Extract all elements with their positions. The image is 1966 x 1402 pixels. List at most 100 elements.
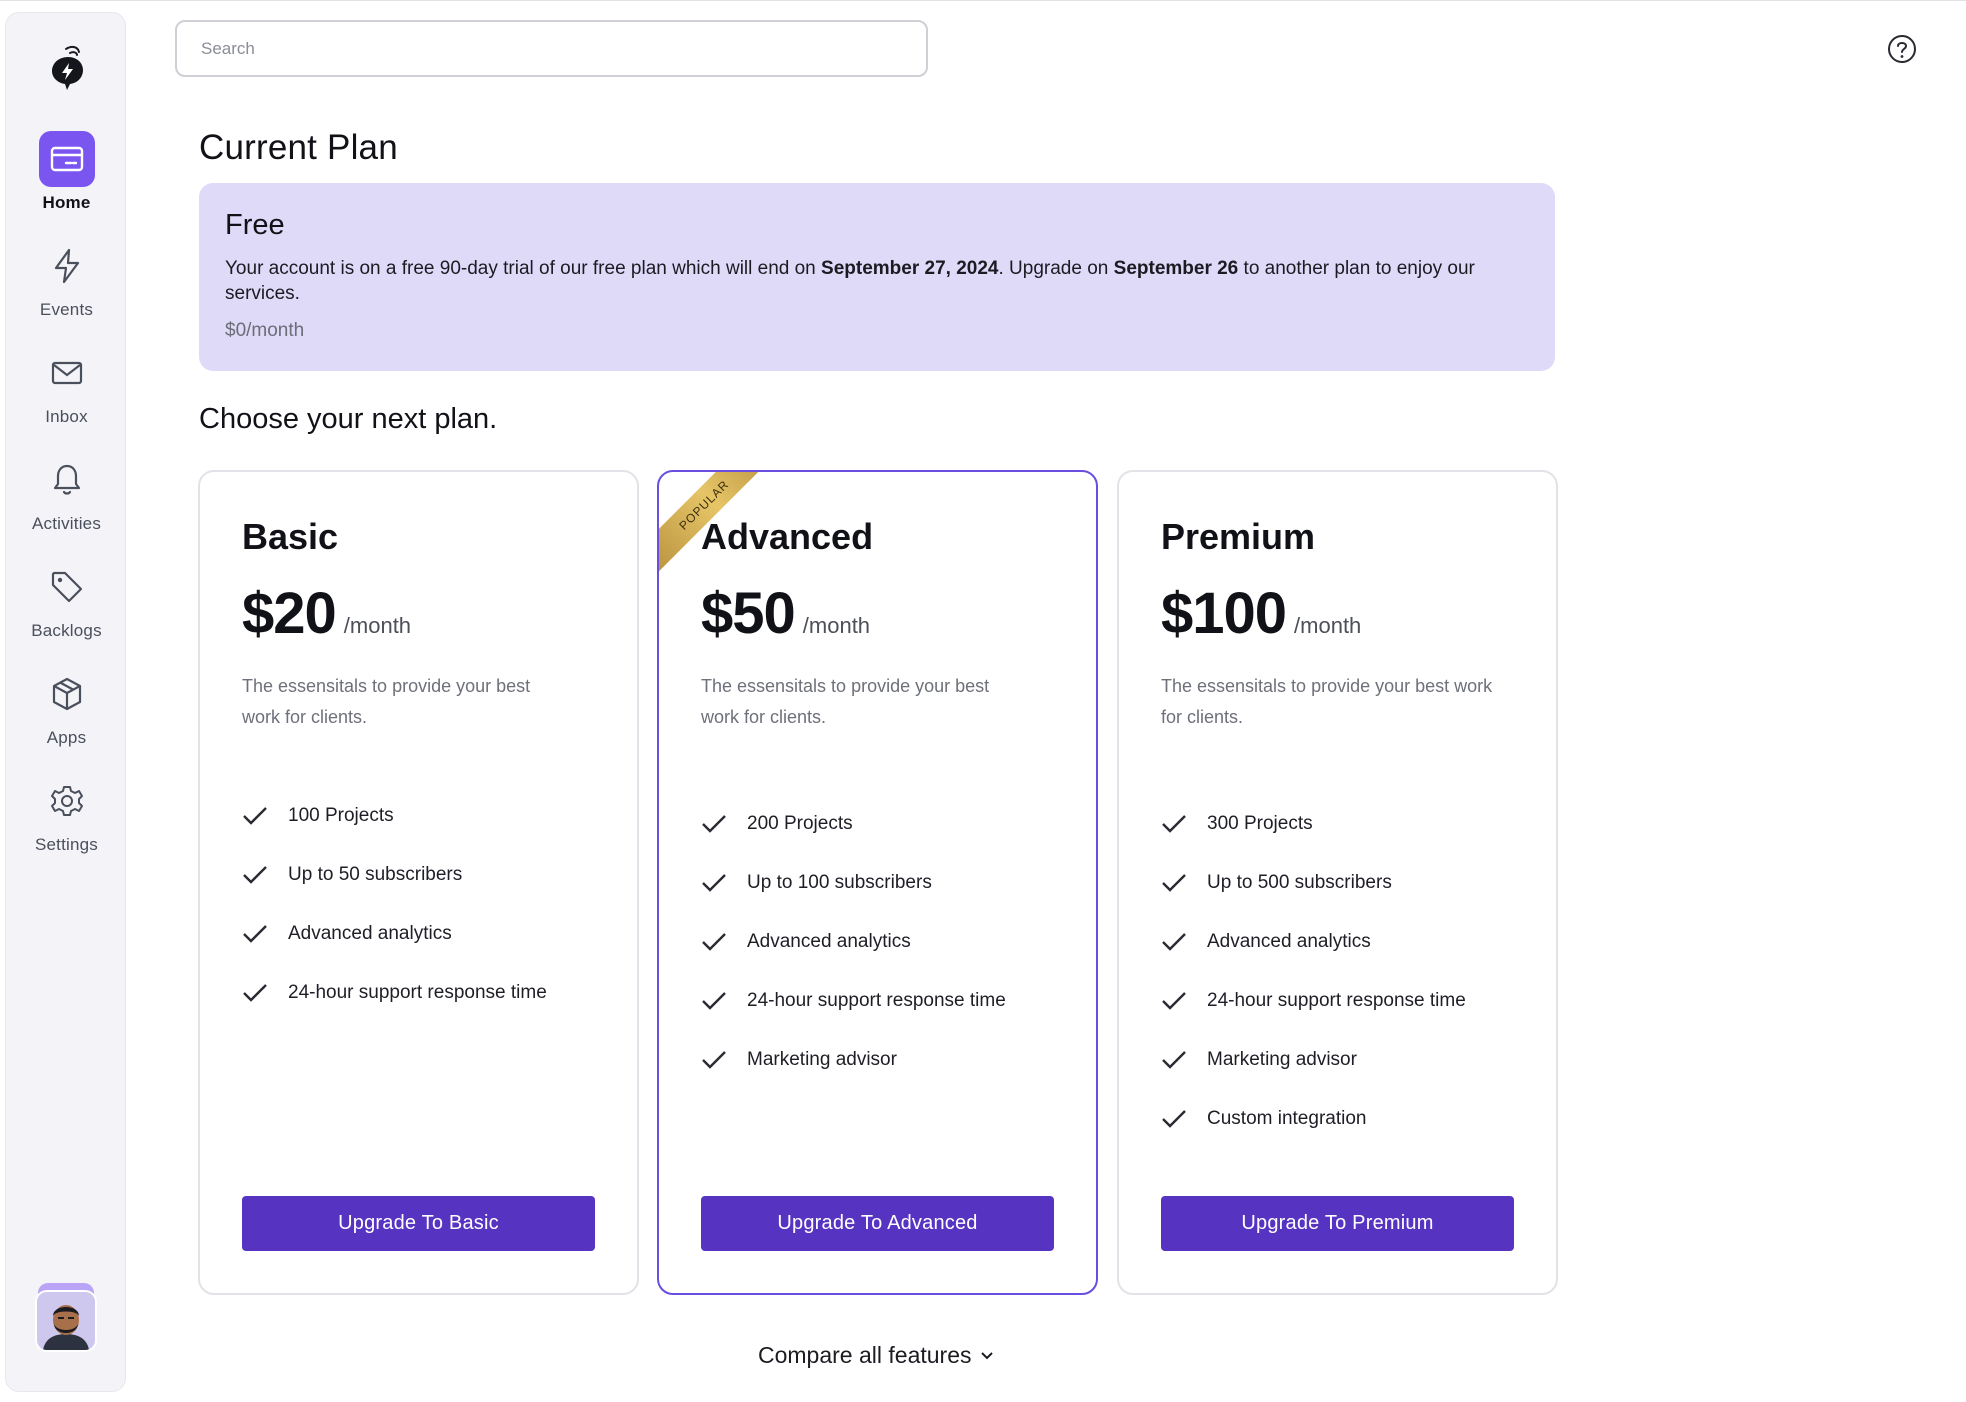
sidebar-item-label: Apps [46,728,87,747]
plan-name: Basic [242,516,339,557]
plan-card-premium: Premium $100/month The essensitals to pr… [1117,470,1558,1295]
plan-description: The essensitals to provide your best wor… [1161,676,1493,727]
feature-item: 24-hour support response time [1161,971,1536,1030]
check-icon [702,932,726,951]
check-icon [702,814,726,833]
feature-list: 100 Projects Up to 50 subscribers Advanc… [242,786,617,1022]
mail-icon [39,345,95,401]
sidebar-item-settings[interactable]: Settings [6,773,127,873]
feature-list: 300 Projects Up to 500 subscribers Advan… [1161,794,1536,1148]
feature-item: Marketing advisor [701,1030,1076,1089]
feature-item: Up to 50 subscribers [242,845,617,904]
feature-item: Up to 500 subscribers [1161,853,1536,912]
sidebar-item-inbox[interactable]: Inbox [6,345,127,445]
sidebar: Home Events Inbox Activities Backlogs Ap… [5,12,126,1392]
card-icon [38,131,95,187]
feature-item: Advanced analytics [1161,912,1536,971]
plan-name: Premium [1161,516,1316,557]
page-title: Current Plan [199,128,398,167]
plan-description: The essensitals to provide your best wor… [701,676,990,727]
choose-plan-heading: Choose your next plan. [199,403,498,435]
upgrade-premium-button[interactable]: Upgrade To Premium [1161,1196,1514,1251]
compare-label: Compare all features [758,1342,972,1368]
box-icon [39,666,95,722]
check-icon [243,865,267,884]
check-icon [702,1050,726,1069]
check-icon [1162,1109,1186,1128]
help-icon[interactable] [1887,34,1917,64]
chevron-down-icon [980,1351,993,1359]
lightning-icon [39,238,95,294]
sidebar-item-backlogs[interactable]: Backlogs [6,559,127,659]
feature-list: 200 Projects Up to 100 subscribers Advan… [701,794,1076,1089]
check-icon [243,806,267,825]
upgrade-advanced-button[interactable]: Upgrade To Advanced [701,1196,1054,1251]
sidebar-item-label: Home [42,193,91,212]
plan-period: /month [802,613,871,638]
sidebar-item-label: Inbox [45,407,88,426]
plan-price: $50 [701,581,796,646]
feature-label: 24-hour support response time [747,989,1006,1011]
feature-label: 100 Projects [288,804,394,826]
sidebar-item-apps[interactable]: Apps [6,666,127,766]
check-icon [702,991,726,1010]
current-plan-description: Your account is on a free 90-day trial o… [225,256,1529,306]
feature-label: 200 Projects [747,812,853,834]
check-icon [1162,814,1186,833]
sidebar-item-label: Activities [31,514,102,533]
desc-text: . Upgrade on [998,258,1114,279]
sidebar-item-home[interactable]: Home [6,131,127,231]
sidebar-item-events[interactable]: Events [6,238,127,338]
check-icon [243,924,267,943]
desc-text: Your account is on a free 90-day trial o… [225,258,822,279]
tag-icon [39,559,95,615]
plan-card-advanced: POPULAR Advanced $50/month The essensita… [657,470,1098,1295]
compare-features-link[interactable]: Compare all features [758,1342,994,1369]
search-input[interactable] [177,22,926,75]
feature-label: Advanced analytics [1207,930,1371,952]
gear-icon [39,773,95,829]
check-icon [1162,932,1186,951]
feature-label: Marketing advisor [1207,1048,1357,1070]
plan-price: $100 [1161,581,1287,646]
current-plan-name: Free [225,209,285,241]
user-avatar[interactable] [35,1283,97,1352]
sidebar-item-label: Settings [34,835,99,854]
check-icon [1162,1050,1186,1069]
feature-item: 300 Projects [1161,794,1536,853]
plan-period: /month [1294,613,1362,638]
plan-description: The essensitals to provide your best wor… [242,676,531,727]
feature-label: 24-hour support response time [1207,989,1466,1011]
bell-icon [39,452,95,508]
upgrade-basic-button[interactable]: Upgrade To Basic [242,1196,595,1251]
avatar [35,1290,97,1352]
feature-label: Custom integration [1207,1107,1367,1129]
feature-label: 24-hour support response time [288,981,547,1003]
check-icon [1162,991,1186,1010]
top-divider [0,0,1966,1]
feature-item: Advanced analytics [242,904,617,963]
sidebar-item-activities[interactable]: Activities [6,452,127,552]
check-icon [702,873,726,892]
feature-item: Advanced analytics [701,912,1076,971]
plan-price: $20 [242,581,337,646]
feature-item: 200 Projects [701,794,1076,853]
logo-icon[interactable] [48,43,88,91]
feature-label: Marketing advisor [747,1048,897,1070]
feature-label: Up to 100 subscribers [747,871,932,893]
feature-item: 100 Projects [242,786,617,845]
check-icon [1162,873,1186,892]
feature-label: 300 Projects [1207,812,1313,834]
search-bar [175,20,928,77]
plan-name: Advanced [701,516,874,557]
trial-end-date: September 27, 2024 [821,258,999,279]
sidebar-item-label: Events [39,300,94,319]
current-plan-price: $0/month [225,320,305,341]
upgrade-date: September 26 [1113,258,1239,279]
feature-item: Custom integration [1161,1089,1536,1148]
feature-item: 24-hour support response time [701,971,1076,1030]
feature-label: Advanced analytics [747,930,911,952]
feature-item: Marketing advisor [1161,1030,1536,1089]
feature-label: Up to 50 subscribers [288,863,463,885]
feature-item: Up to 100 subscribers [701,853,1076,912]
